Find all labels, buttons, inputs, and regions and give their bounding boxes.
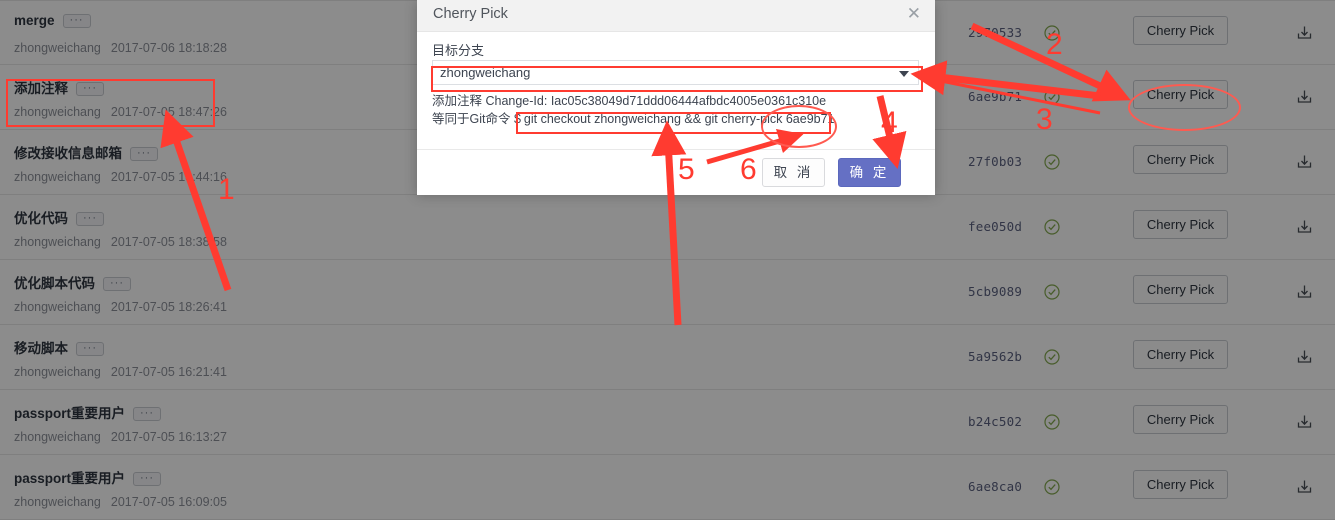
close-icon[interactable]: ✕ — [907, 5, 921, 23]
dialog-header: Cherry Pick ✕ — [417, 0, 935, 32]
git-command-label: 等同于Git命令 $ — [432, 112, 521, 126]
dialog-footer: 取 消 确 定 — [417, 149, 935, 195]
target-branch-value: zhongweichang — [440, 65, 531, 80]
target-branch-select[interactable]: zhongweichang — [432, 60, 919, 85]
cancel-button[interactable]: 取 消 — [762, 158, 825, 187]
cherry-pick-dialog: Cherry Pick ✕ 目标分支 zhongweichang 添加注释 Ch… — [417, 0, 935, 195]
change-id-value: Iac05c38049d71ddd06444afbdc4005e0361c310… — [550, 94, 827, 108]
chevron-down-icon — [899, 71, 909, 77]
confirm-button[interactable]: 确 定 — [838, 158, 901, 187]
change-id-line: 添加注释 Change-Id: Iac05c38049d71ddd06444af… — [432, 90, 826, 109]
dialog-body: 目标分支 zhongweichang 添加注释 Change-Id: Iac05… — [417, 32, 935, 149]
change-id-label: 添加注释 Change-Id: — [432, 94, 548, 108]
git-command-value[interactable]: git checkout zhongweichang && git cherry… — [524, 112, 835, 126]
git-command-line: 等同于Git命令 $ git checkout zhongweichang && … — [432, 108, 835, 127]
dialog-title: Cherry Pick — [433, 6, 508, 22]
target-branch-label: 目标分支 — [432, 43, 485, 58]
